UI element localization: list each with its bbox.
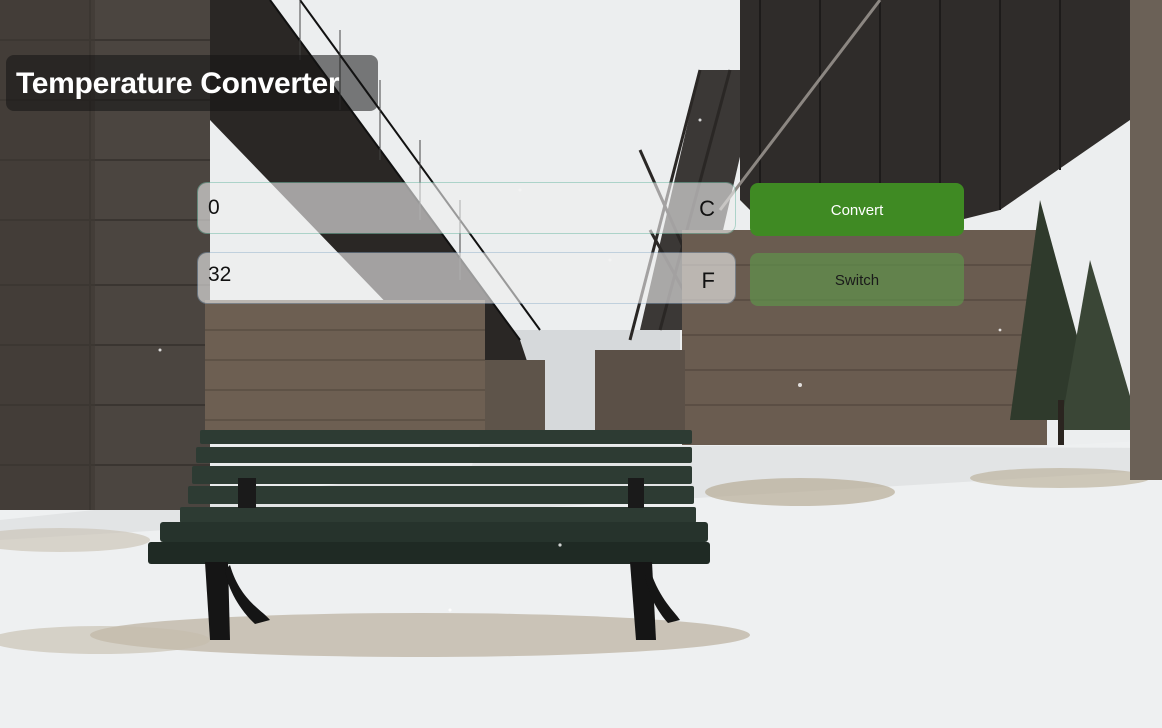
fahrenheit-unit-label: F bbox=[701, 268, 715, 293]
fahrenheit-input[interactable] bbox=[198, 253, 668, 297]
convert-button[interactable]: Convert bbox=[750, 183, 964, 236]
title-bar: Temperature Converter bbox=[6, 55, 378, 111]
celsius-field[interactable]: C bbox=[198, 183, 735, 233]
celsius-unit-label: C bbox=[699, 196, 715, 221]
background-photo: Temperature Converter C F Convert Switch bbox=[0, 0, 1162, 728]
switch-button[interactable]: Switch bbox=[750, 253, 964, 306]
app-title: Temperature Converter bbox=[16, 67, 340, 100]
celsius-input[interactable] bbox=[198, 183, 668, 233]
bench bbox=[148, 430, 710, 564]
fahrenheit-field[interactable]: F bbox=[198, 253, 735, 303]
